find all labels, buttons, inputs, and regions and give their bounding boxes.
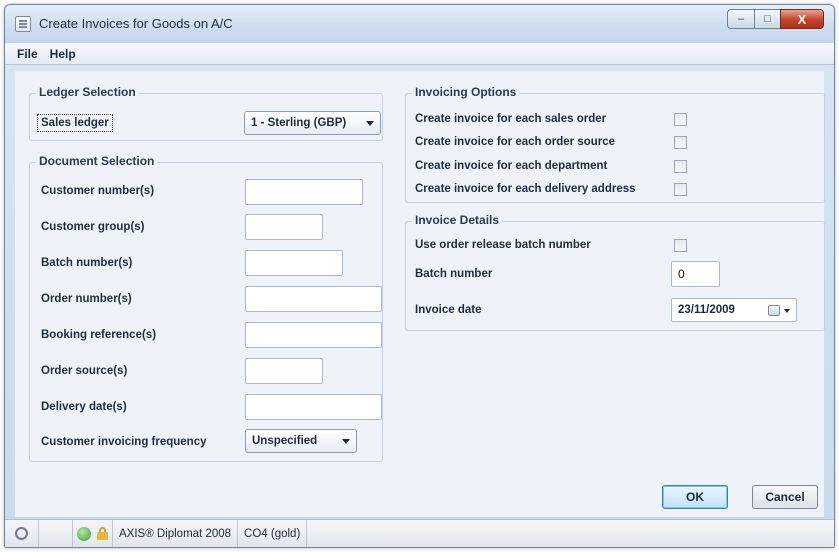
use-order-release-batch-label: Use order release batch number <box>415 239 591 251</box>
batch-numbers-label: Batch number(s) <box>41 257 133 269</box>
invoice-date-label: Invoice date <box>415 304 482 316</box>
dialog-window: Create Invoices for Goods on A/C – □ X F… <box>4 4 835 548</box>
cancel-button[interactable]: Cancel <box>752 485 818 509</box>
invoicing-options-legend: Invoicing Options <box>412 85 520 99</box>
booking-reference-input[interactable] <box>245 322 382 348</box>
batch-numbers-input[interactable] <box>245 250 343 276</box>
dialog-content: Ledger Selection Sales ledger 1 - Sterli… <box>15 71 825 517</box>
invoicing-frequency-value: Unspecified <box>252 435 318 447</box>
customer-group-input[interactable] <box>245 214 323 240</box>
customer-number-input[interactable] <box>245 179 363 205</box>
menu-help[interactable]: Help <box>44 45 82 63</box>
option-each-sales-order-checkbox[interactable] <box>674 113 687 126</box>
status-help-cell[interactable] <box>5 520 39 547</box>
currency-combo[interactable]: 1 - Sterling (GBP) <box>244 111 381 135</box>
connection-icon <box>77 526 91 541</box>
chevron-down-icon[interactable] <box>784 309 790 313</box>
minimize-button[interactable]: – <box>727 9 754 29</box>
ok-button[interactable]: OK <box>662 485 728 509</box>
delivery-date-input[interactable] <box>245 394 382 420</box>
option-each-order-source-label: Create invoice for each order source <box>415 136 616 148</box>
batch-number-label: Batch number <box>415 268 493 280</box>
title-bar[interactable]: Create Invoices for Goods on A/C – □ X <box>5 5 834 43</box>
order-number-label: Order number(s) <box>41 293 132 305</box>
sales-ledger-label: Sales ledger <box>37 114 113 132</box>
use-order-release-batch-checkbox[interactable] <box>674 239 687 252</box>
invoice-date-value: 23/11/2009 <box>678 304 735 316</box>
chevron-down-icon <box>342 439 350 444</box>
invoicing-frequency-label: Customer invoicing frequency <box>41 436 207 448</box>
status-blank-cell <box>39 520 73 547</box>
invoicing-frequency-combo[interactable]: Unspecified <box>245 429 357 453</box>
status-company: CO4 (gold) <box>238 520 308 547</box>
status-product: AXIS® Diplomat 2008 <box>113 520 239 547</box>
invoice-date-picker[interactable]: 23/11/2009 <box>671 298 797 322</box>
close-icon: X <box>797 11 807 27</box>
option-each-delivery-address-label: Create invoice for each delivery address <box>415 183 636 195</box>
window-controls: – □ X <box>727 9 824 29</box>
minimize-icon: – <box>737 13 745 25</box>
window-title: Create Invoices for Goods on A/C <box>39 16 233 31</box>
customer-number-label: Customer number(s) <box>41 185 155 197</box>
menu-bar: File Help <box>5 43 834 65</box>
option-each-department-checkbox[interactable] <box>674 160 687 173</box>
customer-group-label: Customer group(s) <box>41 221 145 233</box>
help-icon[interactable] <box>15 527 28 540</box>
lock-icon <box>97 527 108 540</box>
document-selection-legend: Document Selection <box>36 154 158 168</box>
booking-reference-label: Booking reference(s) <box>41 329 157 341</box>
option-each-delivery-address-checkbox[interactable] <box>674 183 687 196</box>
ledger-selection-legend: Ledger Selection <box>36 85 139 99</box>
chevron-down-icon <box>366 121 374 126</box>
order-source-input[interactable] <box>245 358 323 384</box>
option-each-department-label: Create invoice for each department <box>415 160 608 172</box>
maximize-button[interactable]: □ <box>754 9 780 29</box>
calendar-icon[interactable] <box>768 305 780 316</box>
delivery-date-label: Delivery date(s) <box>41 401 127 413</box>
currency-value: 1 - Sterling (GBP) <box>251 117 347 129</box>
batch-number-input[interactable] <box>671 261 720 287</box>
option-each-order-source-checkbox[interactable] <box>674 136 687 149</box>
status-bar: AXIS® Diplomat 2008 CO4 (gold) <box>5 519 834 547</box>
invoice-details-legend: Invoice Details <box>412 213 503 227</box>
order-number-input[interactable] <box>245 286 382 312</box>
status-icons-cell <box>73 520 113 547</box>
order-source-label: Order source(s) <box>41 365 128 377</box>
maximize-icon: □ <box>764 13 771 25</box>
app-icon <box>15 16 31 32</box>
close-button[interactable]: X <box>780 9 824 29</box>
option-each-sales-order-label: Create invoice for each sales order <box>415 113 607 125</box>
menu-file[interactable]: File <box>11 45 44 63</box>
